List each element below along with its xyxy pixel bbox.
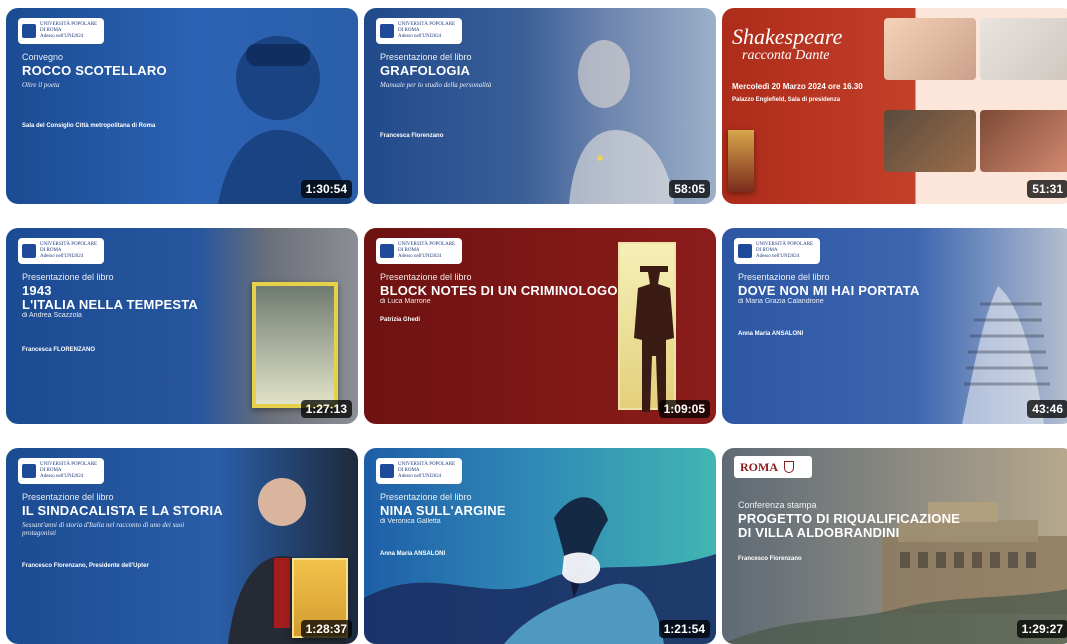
event-date: Mercoledì 20 Marzo 2024 ore 16.30 xyxy=(732,82,863,91)
video-title: PROGETTO DI RIQUALIFICAZIONE xyxy=(738,511,961,526)
speaker-photo xyxy=(884,18,976,80)
details: Francesca FLORENZANO xyxy=(22,347,96,353)
subtitle: di Andrea Scazzola xyxy=(22,312,82,319)
duration-badge: 1:29:27 xyxy=(1016,620,1067,638)
logo-mark-icon xyxy=(22,244,36,258)
duration-badge: 58:05 xyxy=(669,180,710,198)
upter-logo: UNIVERSITÀ POPOLARE DI ROMA Adesso nell'… xyxy=(18,238,104,264)
subtitle: di Veronica Galletta xyxy=(380,518,441,525)
thumbnail-text: Shakespeare racconta Dante Mercoledì 20 … xyxy=(732,24,863,104)
video-card-sindacalista[interactable]: UNIVERSITÀ POPOLARE DI ROMA Adesso nell'… xyxy=(6,448,358,644)
video-title: 1943 xyxy=(22,283,52,298)
video-title: DOVE NON MI HAI PORTATA xyxy=(738,283,920,298)
duration-badge: 51:31 xyxy=(1027,180,1067,198)
kicker: Presentazione del libro xyxy=(380,52,472,62)
upter-logo: UNIVERSITÀ POPOLARE DI ROMA Adesso nell'… xyxy=(376,458,462,484)
shield-icon xyxy=(784,461,794,473)
thumbnail-text: Presentazione del libro DOVE NON MI HAI … xyxy=(738,272,920,337)
upter-logo: UNIVERSITÀ POPOLARE DI ROMA Adesso nell'… xyxy=(18,458,104,484)
logo-line: Adesso nell'UNI2024 xyxy=(40,254,84,259)
video-card-1943-italia[interactable]: UNIVERSITÀ POPOLARE DI ROMA Adesso nell'… xyxy=(6,228,358,424)
video-title: IL SINDACALISTA E LA STORIA xyxy=(22,503,223,518)
video-title: NINA SULL'ARGINE xyxy=(380,503,506,518)
duration-badge: 43:46 xyxy=(1027,400,1067,418)
video-card-rocco-scotellaro[interactable]: UNIVERSITÀ POPOLARE DI ROMA Adesso nell'… xyxy=(6,8,358,204)
duration-badge: 1:27:13 xyxy=(300,400,352,418)
logo-mark-icon xyxy=(380,464,394,478)
video-card-nina-sullargine[interactable]: UNIVERSITÀ POPOLARE DI ROMA Adesso nell'… xyxy=(364,448,716,644)
subtitle: Sessant'anni di storia d'Italia nel racc… xyxy=(22,521,185,537)
speaker-photo xyxy=(980,110,1067,172)
upter-logo: UNIVERSITÀ POPOLARE DI ROMA Adesso nell'… xyxy=(18,18,104,44)
thumbnail-text: Presentazione del libro NINA SULL'ARGINE… xyxy=(380,492,506,557)
book-cover xyxy=(252,282,338,408)
duration-badge: 1:30:54 xyxy=(300,180,352,198)
logo-mark-icon xyxy=(22,464,36,478)
details: Francesco Florenzano, Presidente dell'Up… xyxy=(22,563,149,569)
upter-logo: UNIVERSITÀ POPOLARE DI ROMA Adesso nell'… xyxy=(734,238,820,264)
logo-line: Adesso nell'UNI2024 xyxy=(398,474,442,479)
duration-badge: 1:21:54 xyxy=(658,620,710,638)
thumbnail-text: Conferenza stampa PROGETTO DI RIQUALIFIC… xyxy=(738,500,960,562)
kicker: Convegno xyxy=(22,52,64,62)
duration-badge: 1:28:37 xyxy=(300,620,352,638)
video-title: ROCCO SCOTELLARO xyxy=(22,63,167,78)
subtitle: di Luca Marrone xyxy=(380,298,431,305)
details: Sala del Consiglio Città metropolitana d… xyxy=(22,123,156,129)
video-grid: UNIVERSITÀ POPOLARE DI ROMA Adesso nell'… xyxy=(0,0,1067,644)
video-title: BLOCK NOTES DI UN CRIMINOLOGO xyxy=(380,283,618,298)
thumbnail-text: Presentazione del libro IL SINDACALISTA … xyxy=(22,492,223,569)
video-title: DI VILLA ALDOBRANDINI xyxy=(738,525,900,540)
thumbnail-text: Convegno ROCCO SCOTELLARO Oltre il poeta… xyxy=(22,52,167,129)
video-card-block-notes[interactable]: UNIVERSITÀ POPOLARE DI ROMA Adesso nell'… xyxy=(364,228,716,424)
logo-line: Adesso nell'UNI2024 xyxy=(398,34,442,39)
logo-mark-icon xyxy=(22,24,36,38)
kicker: Presentazione del libro xyxy=(22,492,114,502)
details: Francesca Florenzano xyxy=(380,133,444,139)
kicker: Presentazione del libro xyxy=(380,272,472,282)
kicker: Presentazione del libro xyxy=(22,272,114,282)
details: Anna Maria ANSALONI xyxy=(738,331,804,337)
roma-brand: ROMA xyxy=(734,456,812,478)
speaker-photo xyxy=(980,18,1067,80)
upter-logo: UNIVERSITÀ POPOLARE DI ROMA Adesso nell'… xyxy=(376,18,462,44)
speaker-photo xyxy=(884,110,976,172)
details: Francesco Florenzano xyxy=(738,556,802,562)
video-card-grafologia[interactable]: UNIVERSITÀ POPOLARE DI ROMA Adesso nell'… xyxy=(364,8,716,204)
thumbnail-text: Presentazione del libro GRAFOLOGIA Manua… xyxy=(380,52,491,139)
video-card-dove-non-mi-hai-portata[interactable]: UNIVERSITÀ POPOLARE DI ROMA Adesso nell'… xyxy=(722,228,1067,424)
kicker: Shakespeare xyxy=(732,24,843,49)
thumbnail-text: Presentazione del libro BLOCK NOTES DI U… xyxy=(380,272,618,323)
video-title: racconta Dante xyxy=(742,48,830,63)
brand-label: ROMA xyxy=(740,459,778,474)
book-cover xyxy=(728,130,754,192)
kicker: Presentazione del libro xyxy=(380,492,472,502)
logo-line: Adesso nell'UNI2024 xyxy=(398,254,442,259)
event-location: Palazzo Englefield, Sala di presidenza xyxy=(732,97,841,103)
details: Patrizia Ghedi xyxy=(380,317,421,323)
thumbnail-text: Presentazione del libro 1943 L'ITALIA NE… xyxy=(22,272,198,353)
logo-mark-icon xyxy=(380,244,394,258)
logo-line: Adesso nell'UNI2024 xyxy=(40,34,84,39)
details: Anna Maria ANSALONI xyxy=(380,551,446,557)
kicker: Presentazione del libro xyxy=(738,272,830,282)
logo-line: Adesso nell'UNI2024 xyxy=(40,474,84,479)
upter-logo: UNIVERSITÀ POPOLARE DI ROMA Adesso nell'… xyxy=(376,238,462,264)
subtitle: Manuale per lo studio della personalità xyxy=(380,81,492,89)
video-title: L'ITALIA NELLA TEMPESTA xyxy=(22,297,198,312)
duration-badge: 1:09:05 xyxy=(658,400,710,418)
video-title: GRAFOLOGIA xyxy=(380,63,471,78)
logo-line: Adesso nell'UNI2024 xyxy=(756,254,800,259)
logo-mark-icon xyxy=(380,24,394,38)
video-card-shakespeare-dante[interactable]: Shakespeare racconta Dante Mercoledì 20 … xyxy=(722,8,1067,204)
subtitle: Oltre il poeta xyxy=(22,81,60,89)
logo-mark-icon xyxy=(738,244,752,258)
kicker: Conferenza stampa xyxy=(738,500,817,510)
subtitle: di Maria Grazia Calandrone xyxy=(738,298,824,305)
video-card-villa-aldobrandini[interactable]: ROMA Conferenza stampa PROGETTO DI RIQUA… xyxy=(722,448,1067,644)
